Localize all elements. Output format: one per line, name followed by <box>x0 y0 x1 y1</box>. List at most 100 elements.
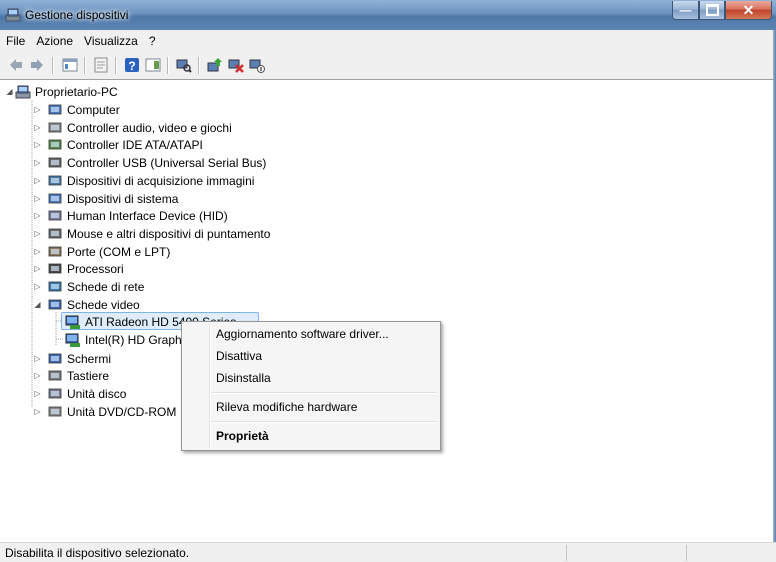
status-text: Disabilita il dispositivo selezionato. <box>5 546 190 560</box>
forward-button[interactable] <box>28 56 46 74</box>
back-arrow-icon <box>10 59 22 71</box>
tree-category-usb[interactable]: ▷ Controller USB (Universal Serial Bus) <box>34 154 266 171</box>
tree-category-keyboards[interactable]: ▷ Tastiere <box>34 367 110 384</box>
menu-item-update-driver[interactable]: Aggiornamento software driver... <box>216 324 389 344</box>
category-label: Dispositivi di acquisizione immagini <box>67 173 255 188</box>
scan-hardware-button[interactable] <box>175 56 193 74</box>
display-adapter-icon <box>65 332 81 348</box>
status-bar: Disabilita il dispositivo selezionato. <box>0 542 776 562</box>
status-panel <box>566 545 685 561</box>
device-tree: ◢ Proprietario-PC ATI Radeon HD 5400 Ser… <box>0 80 776 542</box>
collapse-arrow-icon[interactable]: ◢ <box>33 300 42 309</box>
close-icon: ✕ <box>742 1 755 18</box>
expand-arrow-icon[interactable]: ▷ <box>33 264 42 273</box>
expand-arrow-icon[interactable]: ▷ <box>33 194 42 203</box>
category-ports-icon <box>47 244 63 260</box>
tree-category-system[interactable]: ▷ Dispositivi di sistema <box>34 190 178 207</box>
help-icon: ? <box>125 58 139 73</box>
category-computer-icon <box>47 102 63 118</box>
expand-arrow-icon[interactable]: ▷ <box>33 123 42 132</box>
status-panel <box>686 545 775 561</box>
tree-category-dvd[interactable]: ▷ Unità DVD/CD-ROM <box>34 403 176 420</box>
menu-help[interactable]: ? <box>143 30 161 49</box>
svg-text:?: ? <box>128 59 135 73</box>
menu-bar: File Azione Visualizza? <box>0 30 776 52</box>
expand-arrow-icon[interactable]: ▷ <box>33 389 42 398</box>
update-driver-button[interactable] <box>206 56 224 74</box>
category-audio-video-icon <box>47 120 63 136</box>
expand-arrow-icon[interactable]: ▷ <box>33 140 42 149</box>
category-label: Processori <box>67 261 124 276</box>
category-ide-ata-icon <box>47 137 63 153</box>
expand-arrow-icon[interactable]: ▷ <box>33 229 42 238</box>
category-dvd-icon <box>47 404 63 420</box>
category-label: Schede di rete <box>67 279 145 294</box>
properties-button[interactable] <box>92 56 110 74</box>
category-video-icon <box>47 297 63 313</box>
forward-arrow-icon <box>31 59 43 71</box>
menu-item-uninstall[interactable]: Disinstalla <box>216 368 271 388</box>
maximize-button[interactable] <box>699 1 725 20</box>
tree-category-hid[interactable]: ▷ Human Interface Device (HID) <box>34 207 228 224</box>
category-system-icon <box>47 191 63 207</box>
action-pane-icon <box>145 58 161 72</box>
toolbar: ? <box>0 51 776 80</box>
scan-hardware-icon <box>176 59 192 73</box>
tree-category-network[interactable]: ▷ Schede di rete <box>34 278 145 295</box>
help-button[interactable]: ? <box>123 56 141 74</box>
category-usb-icon <box>47 155 63 171</box>
category-hid-icon <box>47 208 63 224</box>
category-imaging-icon <box>47 173 63 189</box>
expand-arrow-icon[interactable]: ▷ <box>33 211 42 220</box>
tree-category-processors[interactable]: ▷ Processori <box>34 260 124 277</box>
expand-arrow-icon[interactable]: ▷ <box>33 371 42 380</box>
category-label: Schede video <box>67 297 140 312</box>
category-label: Controller IDE ATA/ATAPI <box>67 137 203 152</box>
collapse-arrow-icon[interactable]: ◢ <box>5 87 14 96</box>
context-menu: Aggiornamento software driver... Disatti… <box>181 321 441 451</box>
expand-arrow-icon[interactable]: ▷ <box>33 354 42 363</box>
tree-category-mouse[interactable]: ▷ Mouse e altri dispositivi di puntamento <box>34 225 270 242</box>
back-button[interactable] <box>7 56 25 74</box>
show-hide-tree-button[interactable] <box>61 56 79 74</box>
category-label: Unità disco <box>67 386 127 401</box>
tree-category-ide-ata[interactable]: ▷ Controller IDE ATA/ATAPI <box>34 136 203 153</box>
show-hide-tree-icon <box>62 58 78 72</box>
tree-category-audio-video[interactable]: ▷ Controller audio, video e giochi <box>34 119 231 136</box>
menu-file[interactable]: File <box>0 30 30 49</box>
display-adapter-icon <box>65 314 81 330</box>
tree-root[interactable]: ◢ Proprietario-PC <box>6 83 117 100</box>
close-button[interactable]: ✕ <box>725 1 772 20</box>
category-label: Computer <box>67 102 120 117</box>
title-bar[interactable]: Gestione dispositivi — ✕ <box>0 0 776 30</box>
menu-item-properties[interactable]: Proprietà <box>216 426 269 446</box>
expand-arrow-icon[interactable]: ▷ <box>33 158 42 167</box>
tree-category-disk[interactable]: ▷ Unità disco <box>34 385 127 402</box>
tree-category-imaging[interactable]: ▷ Dispositivi di acquisizione immagini <box>34 172 255 189</box>
category-disk-icon <box>47 386 63 402</box>
action-pane-button[interactable] <box>144 56 162 74</box>
menu-azione[interactable]: Azione <box>30 30 78 49</box>
expand-arrow-icon[interactable]: ▷ <box>33 282 42 291</box>
expand-arrow-icon[interactable]: ▷ <box>33 247 42 256</box>
expand-arrow-icon[interactable]: ▷ <box>33 407 42 416</box>
category-label: Human Interface Device (HID) <box>67 208 228 223</box>
menu-item-scan-hardware[interactable]: Rileva modifiche hardware <box>216 397 357 417</box>
category-processors-icon <box>47 261 63 277</box>
device-manager-app-icon <box>5 7 21 23</box>
menu-visualizza[interactable]: Visualizza <box>78 30 143 49</box>
tree-category-ports[interactable]: ▷ Porte (COM e LPT) <box>34 243 171 260</box>
category-label: Tastiere <box>67 368 110 383</box>
tree-category-video[interactable]: ◢ Schede video <box>34 296 140 313</box>
disable-button[interactable] <box>248 56 266 74</box>
category-monitors-icon <box>47 351 63 367</box>
device-intel-hd[interactable]: Intel(R) HD Graphics <box>65 331 196 348</box>
menu-item-disable[interactable]: Disattiva <box>216 346 262 366</box>
category-label: Porte (COM e LPT) <box>67 244 171 259</box>
tree-category-computer[interactable]: ▷ Computer <box>34 101 120 118</box>
tree-category-monitors[interactable]: ▷ Schermi <box>34 350 111 367</box>
uninstall-button[interactable] <box>227 56 245 74</box>
minimize-button[interactable]: — <box>672 1 699 20</box>
expand-arrow-icon[interactable]: ▷ <box>33 176 42 185</box>
expand-arrow-icon[interactable]: ▷ <box>33 105 42 114</box>
